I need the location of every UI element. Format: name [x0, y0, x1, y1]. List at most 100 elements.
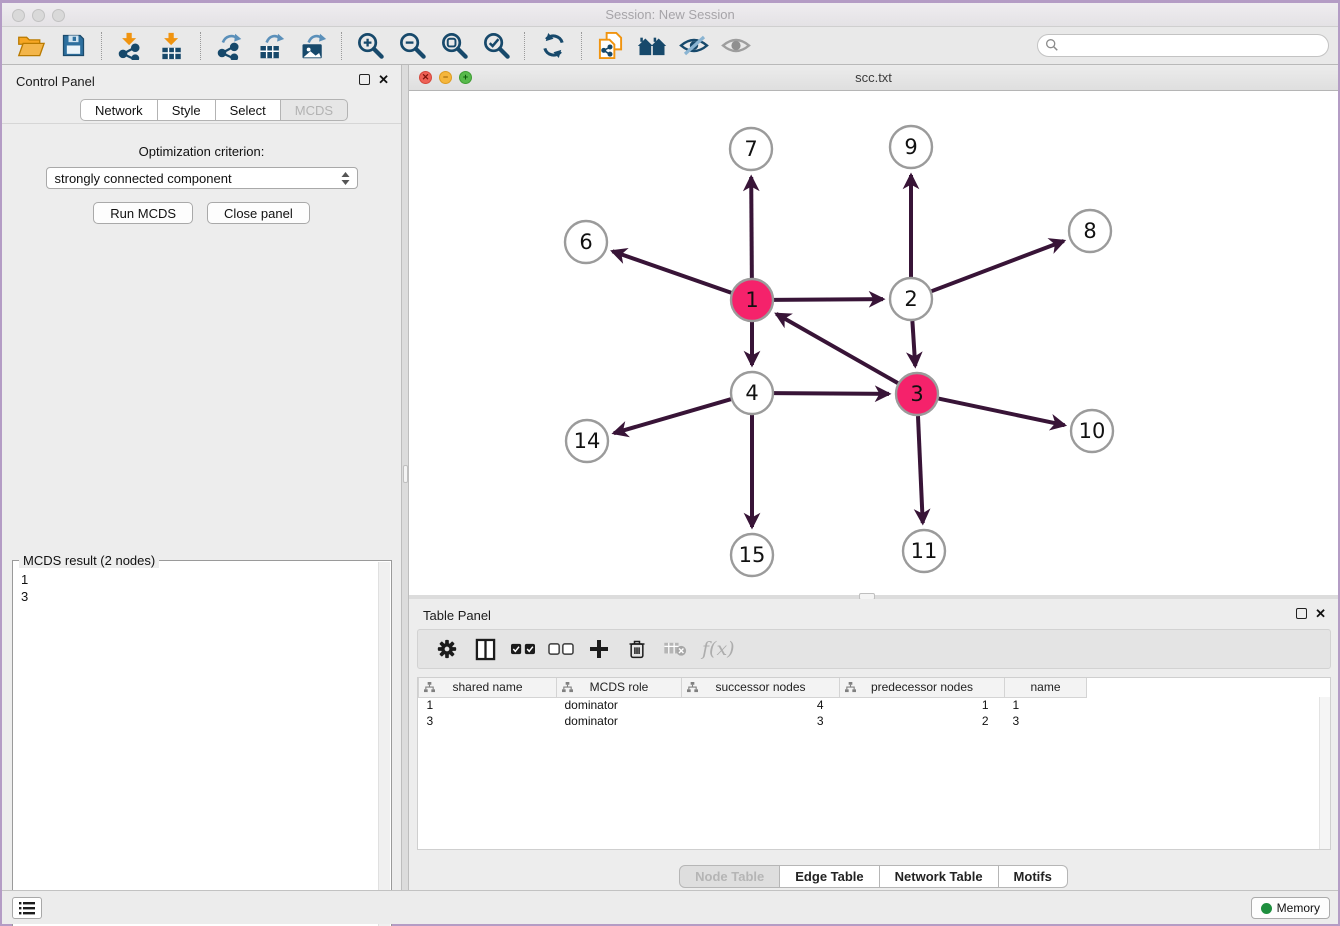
- svg-text:7: 7: [744, 137, 757, 161]
- delete-table-icon[interactable]: [660, 634, 690, 664]
- vertical-splitter[interactable]: [402, 65, 409, 893]
- close-panel-icon[interactable]: ✕: [1315, 608, 1326, 619]
- graph-edge-1-2[interactable]: [774, 299, 883, 300]
- tab-network[interactable]: Network: [80, 99, 158, 121]
- graph-edge-3-11[interactable]: [918, 416, 923, 523]
- import-table-icon[interactable]: [157, 31, 187, 61]
- hide-selected-icon[interactable]: [679, 31, 709, 61]
- search-input[interactable]: [1037, 34, 1329, 57]
- table-cell[interactable]: dominator: [557, 697, 682, 713]
- table-row[interactable]: 3dominator323: [419, 713, 1087, 729]
- graph-node-3[interactable]: 3: [896, 373, 938, 415]
- zoom-selected-icon[interactable]: [481, 31, 511, 61]
- graph-node-11[interactable]: 11: [903, 530, 945, 572]
- table-cell[interactable]: 4: [682, 697, 840, 713]
- mcds-panel: Optimization criterion: strongly connect…: [2, 123, 401, 893]
- table-cell[interactable]: 3: [682, 713, 840, 729]
- graph-node-6[interactable]: 6: [565, 221, 607, 263]
- table-options-gear-icon[interactable]: [432, 634, 462, 664]
- graph-node-7[interactable]: 7: [730, 128, 772, 170]
- graph-node-10[interactable]: 10: [1071, 410, 1113, 452]
- run-mcds-button[interactable]: Run MCDS: [93, 202, 193, 224]
- application-window: Session: New Session: [0, 0, 1340, 926]
- column-header-successor-nodes[interactable]: successor nodes: [682, 678, 840, 697]
- function-builder-icon[interactable]: f(x): [702, 638, 735, 660]
- export-image-icon[interactable]: [298, 31, 328, 61]
- status-bar: Memory: [2, 890, 1338, 924]
- close-panel-icon[interactable]: ✕: [378, 74, 389, 85]
- zoom-fit-icon[interactable]: [439, 31, 469, 61]
- network-canvas[interactable]: 7 9 6 8 1 2 4 3 14 10 15 11: [409, 91, 1338, 595]
- table-cell[interactable]: 1: [840, 697, 1005, 713]
- mcds-result-text[interactable]: 13: [13, 565, 377, 926]
- criterion-select[interactable]: strongly connected component: [46, 167, 358, 189]
- control-panel: Control Panel ✕ NetworkStyleSelectMCDS O…: [2, 65, 402, 893]
- refresh-view-icon[interactable]: [538, 31, 568, 61]
- tab-mcds[interactable]: MCDS: [281, 99, 348, 121]
- add-column-icon[interactable]: [584, 634, 614, 664]
- graph-edge-1-6[interactable]: [612, 251, 731, 293]
- show-column-icon[interactable]: [470, 634, 500, 664]
- float-panel-icon[interactable]: [1296, 608, 1307, 619]
- graph-node-1[interactable]: 1: [731, 279, 773, 321]
- save-session-icon[interactable]: [58, 31, 88, 61]
- tab-node-table[interactable]: Node Table: [679, 865, 780, 888]
- table-tabs: Node TableEdge TableNetwork TableMotifs: [409, 865, 1338, 888]
- svg-text:14: 14: [574, 429, 601, 453]
- tab-motifs[interactable]: Motifs: [999, 865, 1068, 888]
- graph-node-15[interactable]: 15: [731, 534, 773, 576]
- control-panel-header: Control Panel ✕: [2, 65, 401, 97]
- export-table-icon[interactable]: [256, 31, 286, 61]
- table-scrollbar[interactable]: [1319, 697, 1330, 849]
- graph-node-14[interactable]: 14: [566, 420, 608, 462]
- table-cell[interactable]: 3: [1005, 713, 1087, 729]
- node-table: shared nameMCDS rolesuccessor nodesprede…: [417, 677, 1331, 850]
- result-line: 1: [21, 571, 377, 588]
- graph-edge-1-7[interactable]: [751, 177, 752, 278]
- table-cell[interactable]: 1: [419, 697, 557, 713]
- zoom-out-icon[interactable]: [397, 31, 427, 61]
- graph-edge-3-10[interactable]: [939, 399, 1065, 426]
- svg-text:6: 6: [579, 230, 592, 254]
- table-cell[interactable]: 2: [840, 713, 1005, 729]
- column-header-shared-name[interactable]: shared name: [419, 678, 557, 697]
- close-panel-button[interactable]: Close panel: [207, 202, 310, 224]
- graph-node-4[interactable]: 4: [731, 372, 773, 414]
- graph-edge-2-8[interactable]: [932, 241, 1064, 291]
- select-all-columns-icon[interactable]: [508, 634, 538, 664]
- tab-network-table[interactable]: Network Table: [880, 865, 999, 888]
- memory-button[interactable]: Memory: [1251, 897, 1330, 919]
- optimization-criterion-label: Optimization criterion:: [2, 144, 401, 159]
- graph-edge-2-3[interactable]: [912, 321, 915, 366]
- graph-node-9[interactable]: 9: [890, 126, 932, 168]
- graph-edge-3-1[interactable]: [776, 314, 898, 383]
- unselect-all-columns-icon[interactable]: [546, 634, 576, 664]
- open-session-icon[interactable]: [16, 31, 46, 61]
- delete-column-icon[interactable]: [622, 634, 652, 664]
- float-panel-icon[interactable]: [359, 74, 370, 85]
- import-network-icon[interactable]: [115, 31, 145, 61]
- column-header-name[interactable]: name: [1005, 678, 1087, 697]
- splitter-grip[interactable]: [403, 465, 408, 483]
- column-header-predecessor-nodes[interactable]: predecessor nodes: [840, 678, 1005, 697]
- show-all-icon[interactable]: [721, 31, 751, 61]
- zoom-in-icon[interactable]: [355, 31, 385, 61]
- table-cell[interactable]: 3: [419, 713, 557, 729]
- graph-node-2[interactable]: 2: [890, 278, 932, 320]
- result-scrollbar[interactable]: [378, 562, 390, 926]
- graph-node-8[interactable]: 8: [1069, 210, 1111, 252]
- task-history-button[interactable]: [12, 897, 42, 919]
- copy-network-icon[interactable]: [595, 31, 625, 61]
- export-network-icon[interactable]: [214, 31, 244, 61]
- graph-edge-4-14[interactable]: [614, 399, 731, 433]
- table-row[interactable]: 1dominator411: [419, 697, 1087, 713]
- column-header-MCDS-role[interactable]: MCDS role: [557, 678, 682, 697]
- table-cell[interactable]: 1: [1005, 697, 1087, 713]
- home-layout-icon[interactable]: [637, 31, 667, 61]
- titlebar: Session: New Session: [2, 3, 1338, 27]
- tab-edge-table[interactable]: Edge Table: [780, 865, 879, 888]
- table-cell[interactable]: dominator: [557, 713, 682, 729]
- tab-select[interactable]: Select: [216, 99, 281, 121]
- graph-edge-4-3[interactable]: [774, 393, 889, 394]
- tab-style[interactable]: Style: [158, 99, 216, 121]
